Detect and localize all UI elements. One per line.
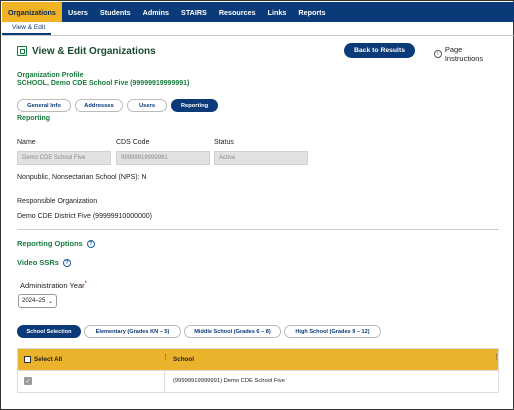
grade-level-tabs: School Selection Elementary (Grades KN –… xyxy=(17,325,381,338)
profile-label: Organization Profile xyxy=(17,72,84,79)
cds-code-field: 99999919999991 xyxy=(116,151,210,165)
nav-admins[interactable]: Admins xyxy=(137,2,175,22)
chevron-down-icon: ⌄ xyxy=(47,299,53,305)
cds-code-label: CDS Code xyxy=(116,139,150,146)
required-marker: * xyxy=(84,281,87,287)
help-icon[interactable]: ? xyxy=(62,258,71,267)
tab-users[interactable]: Users xyxy=(127,99,167,112)
table-row[interactable]: ✓ (99999919999991) Demo CDE School Five xyxy=(18,370,498,393)
cell-divider xyxy=(164,371,165,393)
administration-year-text: Administration Year xyxy=(20,281,85,290)
tab-middle-school[interactable]: Middle School (Grades 6 – 8) xyxy=(184,325,281,338)
reporting-heading: Reporting xyxy=(17,115,51,122)
row-checkbox[interactable]: ✓ xyxy=(24,377,32,385)
table-header: Select All School xyxy=(18,349,500,370)
select-all-checkbox[interactable] xyxy=(24,356,31,363)
reporting-options-label: Reporting Options xyxy=(17,239,83,248)
select-all-label: Select All xyxy=(34,356,63,363)
status-label: Status xyxy=(214,139,234,146)
column-menu-icon[interactable] xyxy=(493,353,500,365)
page-header: View & Edit Organizations Back to Result… xyxy=(17,43,501,63)
tab-addresses[interactable]: Addresses xyxy=(75,99,123,112)
tab-reporting[interactable]: Reporting xyxy=(171,99,218,112)
help-icon[interactable]: ? xyxy=(86,239,95,248)
page-instructions-label: Page Instructions xyxy=(444,45,484,63)
info-icon: i xyxy=(434,50,442,58)
nps-status-text: Nonpublic, Nonsectarian School (NPS): N xyxy=(17,174,147,181)
organization-icon xyxy=(17,46,27,56)
status-field: Active xyxy=(214,151,308,165)
nav-reports[interactable]: Reports xyxy=(292,2,331,22)
administration-year-value: 2024–25 xyxy=(22,298,46,304)
administration-year-select[interactable]: 2024–25 ⌄ xyxy=(18,294,57,308)
tab-school-selection[interactable]: School Selection xyxy=(17,325,81,338)
responsible-org-value: Demo CDE District Five (99999910000000) xyxy=(17,213,153,220)
page-title: View & Edit Organizations xyxy=(32,45,156,57)
nav-users[interactable]: Users xyxy=(62,2,94,22)
profile-name: SCHOOL, Demo CDE School Five (9999991999… xyxy=(17,80,190,87)
nav-students[interactable]: Students xyxy=(94,2,137,22)
name-label: Name xyxy=(17,139,36,146)
video-ssrs-label: Video SSRs xyxy=(17,258,59,267)
section-divider xyxy=(17,229,499,230)
reporting-options-heading: Reporting Options ? xyxy=(17,239,95,248)
tab-elementary[interactable]: Elementary (Grades KN – 5) xyxy=(84,325,181,338)
tab-general-info[interactable]: General Info xyxy=(17,99,71,112)
responsible-org-label: Responsible Organization xyxy=(17,198,98,205)
tab-view-edit[interactable]: View & Edit xyxy=(2,24,52,35)
school-cell: (99999919999991) Demo CDE School Five xyxy=(173,378,285,384)
top-nav: Organizations Users Students Admins STAI… xyxy=(2,2,514,22)
tab-high-school[interactable]: High School (Grades 9 – 12) xyxy=(284,325,381,338)
nav-organizations[interactable]: Organizations xyxy=(2,2,62,22)
school-table: Select All School ✓ (99999919999991) Dem… xyxy=(17,348,500,393)
school-column-header[interactable]: School xyxy=(173,349,194,370)
page-instructions-link[interactable]: i Page Instructions xyxy=(434,45,501,63)
select-all-header[interactable]: Select All xyxy=(24,349,62,370)
page-frame: Organizations Users Students Admins STAI… xyxy=(0,0,514,410)
column-menu-icon[interactable] xyxy=(162,353,169,365)
nav-links[interactable]: Links xyxy=(262,2,293,22)
video-ssrs-heading: Video SSRs ? xyxy=(17,258,71,267)
profile-tabs: General Info Addresses Users Reporting xyxy=(17,99,218,112)
nav-stairs[interactable]: STAIRS xyxy=(175,2,213,22)
administration-year-label: Administration Year* xyxy=(20,281,87,290)
back-to-results-button[interactable]: Back to Results xyxy=(344,43,415,58)
sub-nav: View & Edit xyxy=(2,22,514,36)
nav-resources[interactable]: Resources xyxy=(213,2,262,22)
name-field: Demo CDE School Five xyxy=(17,151,111,165)
